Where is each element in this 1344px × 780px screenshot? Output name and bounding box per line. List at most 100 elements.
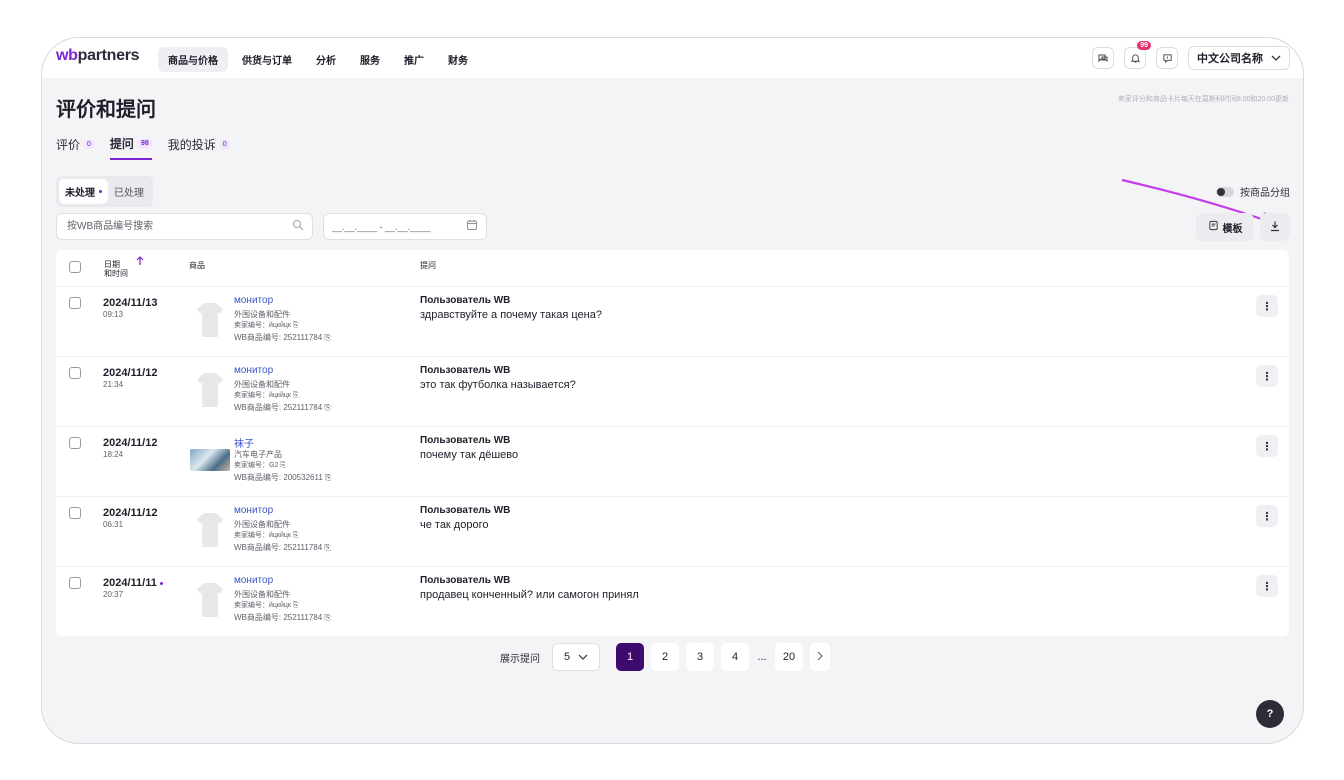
question-time: 18:24 [103,450,124,459]
copy-icon[interactable]: ⎘ [324,403,330,412]
filter-unprocessed[interactable]: 未处理 [59,179,108,204]
product-name-link[interactable]: монитор [234,365,273,376]
chat-icon[interactable] [1092,47,1114,69]
more-vertical-icon: ⋮ [1261,370,1273,383]
search-box [56,213,313,240]
tab-count: 98 [137,139,152,148]
copy-icon[interactable]: ⎘ [325,473,331,482]
table-body: 2024/11/13 09:13 монитор 外围设备和配件 卖家编号：йцкйцк… [56,286,1289,636]
row-checkbox[interactable] [69,437,81,449]
logo[interactable]: wbpartners [56,47,140,65]
product-category: 外围设备和配件 [234,380,290,389]
more-actions-button[interactable]: ⋮ [1256,505,1278,527]
bell-icon[interactable]: 99 [1124,41,1151,69]
nav-services[interactable]: 服务 [350,47,390,72]
row-checkbox[interactable] [69,577,81,589]
row-checkbox[interactable] [69,297,81,309]
seller-code: 卖家编号：йцкйцк ⎘ [234,392,299,399]
wb-code: WB商品编号: 252111784 ⎘ [234,403,331,412]
question-author: Пользователь WB [420,365,511,376]
column-product: 商品 [189,261,205,270]
page-last[interactable]: 20 [775,643,803,671]
table-row[interactable]: 2024/11/13 09:13 монитор 外围设备和配件 卖家编号：йцкйцк… [56,286,1289,356]
wb-code: WB商品编号: 252111784 ⎘ [234,613,331,622]
update-note: 卖家评分和商品卡片每天在莫斯科时间8:00和20:00更新 [1117,96,1289,103]
questions-table: 日期 和时间 商品 提问 2024/11/13 09:13 монитор 外围设备和配… [56,250,1289,636]
product-thumbnail[interactable] [190,510,230,550]
copy-icon[interactable]: ⎘ [324,543,330,552]
copy-icon[interactable]: ⎘ [324,613,330,622]
product-name-link[interactable]: 袜子 [234,435,254,450]
table-row[interactable]: 2024/11/12 21:34 монитор 外围设备和配件 卖家编号：йцкйцк… [56,356,1289,426]
next-page-button[interactable] [810,643,830,671]
sort-arrow-up-icon[interactable] [136,256,144,269]
page-2[interactable]: 2 [651,643,679,671]
download-button[interactable] [1260,213,1290,241]
feedback-icon[interactable] [1156,47,1178,69]
nav-analytics[interactable]: 分析 [306,47,346,72]
nav-supplies-orders[interactable]: 供货与订单 [232,47,302,72]
help-button[interactable]: ? [1256,700,1284,728]
page-3[interactable]: 3 [686,643,714,671]
main-nav: 商品与价格 供货与订单 分析 服务 推广 财务 [158,47,478,72]
date-range-picker[interactable]: __.__.____ - __.__.____ [323,213,487,240]
more-vertical-icon: ⋮ [1261,300,1273,313]
column-date[interactable]: 日期 和时间 [104,260,128,278]
tab-my-complaints[interactable]: 我的投诉 0 [168,135,230,160]
search-icon[interactable] [292,219,304,234]
product-category: 外围设备和配件 [234,520,290,529]
table-row[interactable]: 2024/11/12 06:31 монитор 外围设备和配件 卖家编号：йцкйцк… [56,496,1289,566]
date-range-value: __.__.____ - __.__.____ [332,221,431,232]
row-checkbox[interactable] [69,507,81,519]
search-input[interactable] [65,220,269,233]
product-name-link[interactable]: монитор [234,295,273,306]
copy-icon[interactable]: ⎘ [324,333,330,342]
page-size-select[interactable]: 5 [552,643,600,671]
tab-reviews[interactable]: 评价 0 [56,135,94,160]
section-tabs: 评价 0 提问 98 我的投诉 0 [56,135,230,160]
select-all-checkbox[interactable] [69,261,81,273]
calendar-icon[interactable] [466,219,478,234]
product-thumbnail[interactable] [190,300,230,340]
product-photo [197,303,223,337]
product-name-link[interactable]: монитор [234,575,273,586]
template-icon [1208,220,1219,234]
question-author: Пользователь WB [420,575,511,586]
nav-products-prices[interactable]: 商品与价格 [158,47,228,72]
copy-icon[interactable]: ⎘ [293,392,299,399]
nav-promotion[interactable]: 推广 [394,47,434,72]
question-date: 2024/11/12 [103,367,158,379]
more-actions-button[interactable]: ⋮ [1256,295,1278,317]
page-ellipsis: ... [757,651,767,663]
product-name-link[interactable]: монитор [234,505,273,516]
question-text: продавец конченный? или самогон принял [420,589,639,601]
page-1[interactable]: 1 [616,643,644,671]
copy-icon[interactable]: ⎘ [280,462,286,469]
copy-icon[interactable]: ⎘ [293,602,299,609]
copy-icon[interactable]: ⎘ [293,322,299,329]
filter-processed[interactable]: 已处理 [108,179,150,204]
template-button[interactable]: 模板 [1196,213,1254,241]
page-title: 评价和提问 [56,99,156,121]
company-selector[interactable]: 中文公司名称 [1188,46,1290,70]
nav-finance[interactable]: 财务 [438,47,478,72]
row-checkbox[interactable] [69,367,81,379]
product-thumbnail[interactable] [190,580,230,620]
product-thumbnail[interactable] [190,370,230,410]
wb-code: WB商品编号: 252111784 ⎘ [234,333,331,342]
more-actions-button[interactable]: ⋮ [1256,435,1278,457]
page-4[interactable]: 4 [721,643,749,671]
more-actions-button[interactable]: ⋮ [1256,575,1278,597]
question-author: Пользователь WB [420,435,511,446]
new-indicator-dot [99,190,102,193]
product-thumbnail[interactable] [190,440,230,480]
question-author: Пользователь WB [420,505,511,516]
question-date: 2024/11/12 [103,507,158,519]
tab-questions[interactable]: 提问 98 [109,135,152,160]
more-actions-button[interactable]: ⋮ [1256,365,1278,387]
company-name: 中文公司名称 [1197,53,1263,65]
question-date: 2024/11/13 [103,297,158,309]
table-row[interactable]: 2024/11/11 20:37 монитор 外围设备和配件 卖家编号：йцкйцк… [56,566,1289,636]
copy-icon[interactable]: ⎘ [293,532,299,539]
table-row[interactable]: 2024/11/12 18:24 袜子 汽车电子产品 卖家编号：G2 ⎘ WB商品编号: … [56,426,1289,496]
